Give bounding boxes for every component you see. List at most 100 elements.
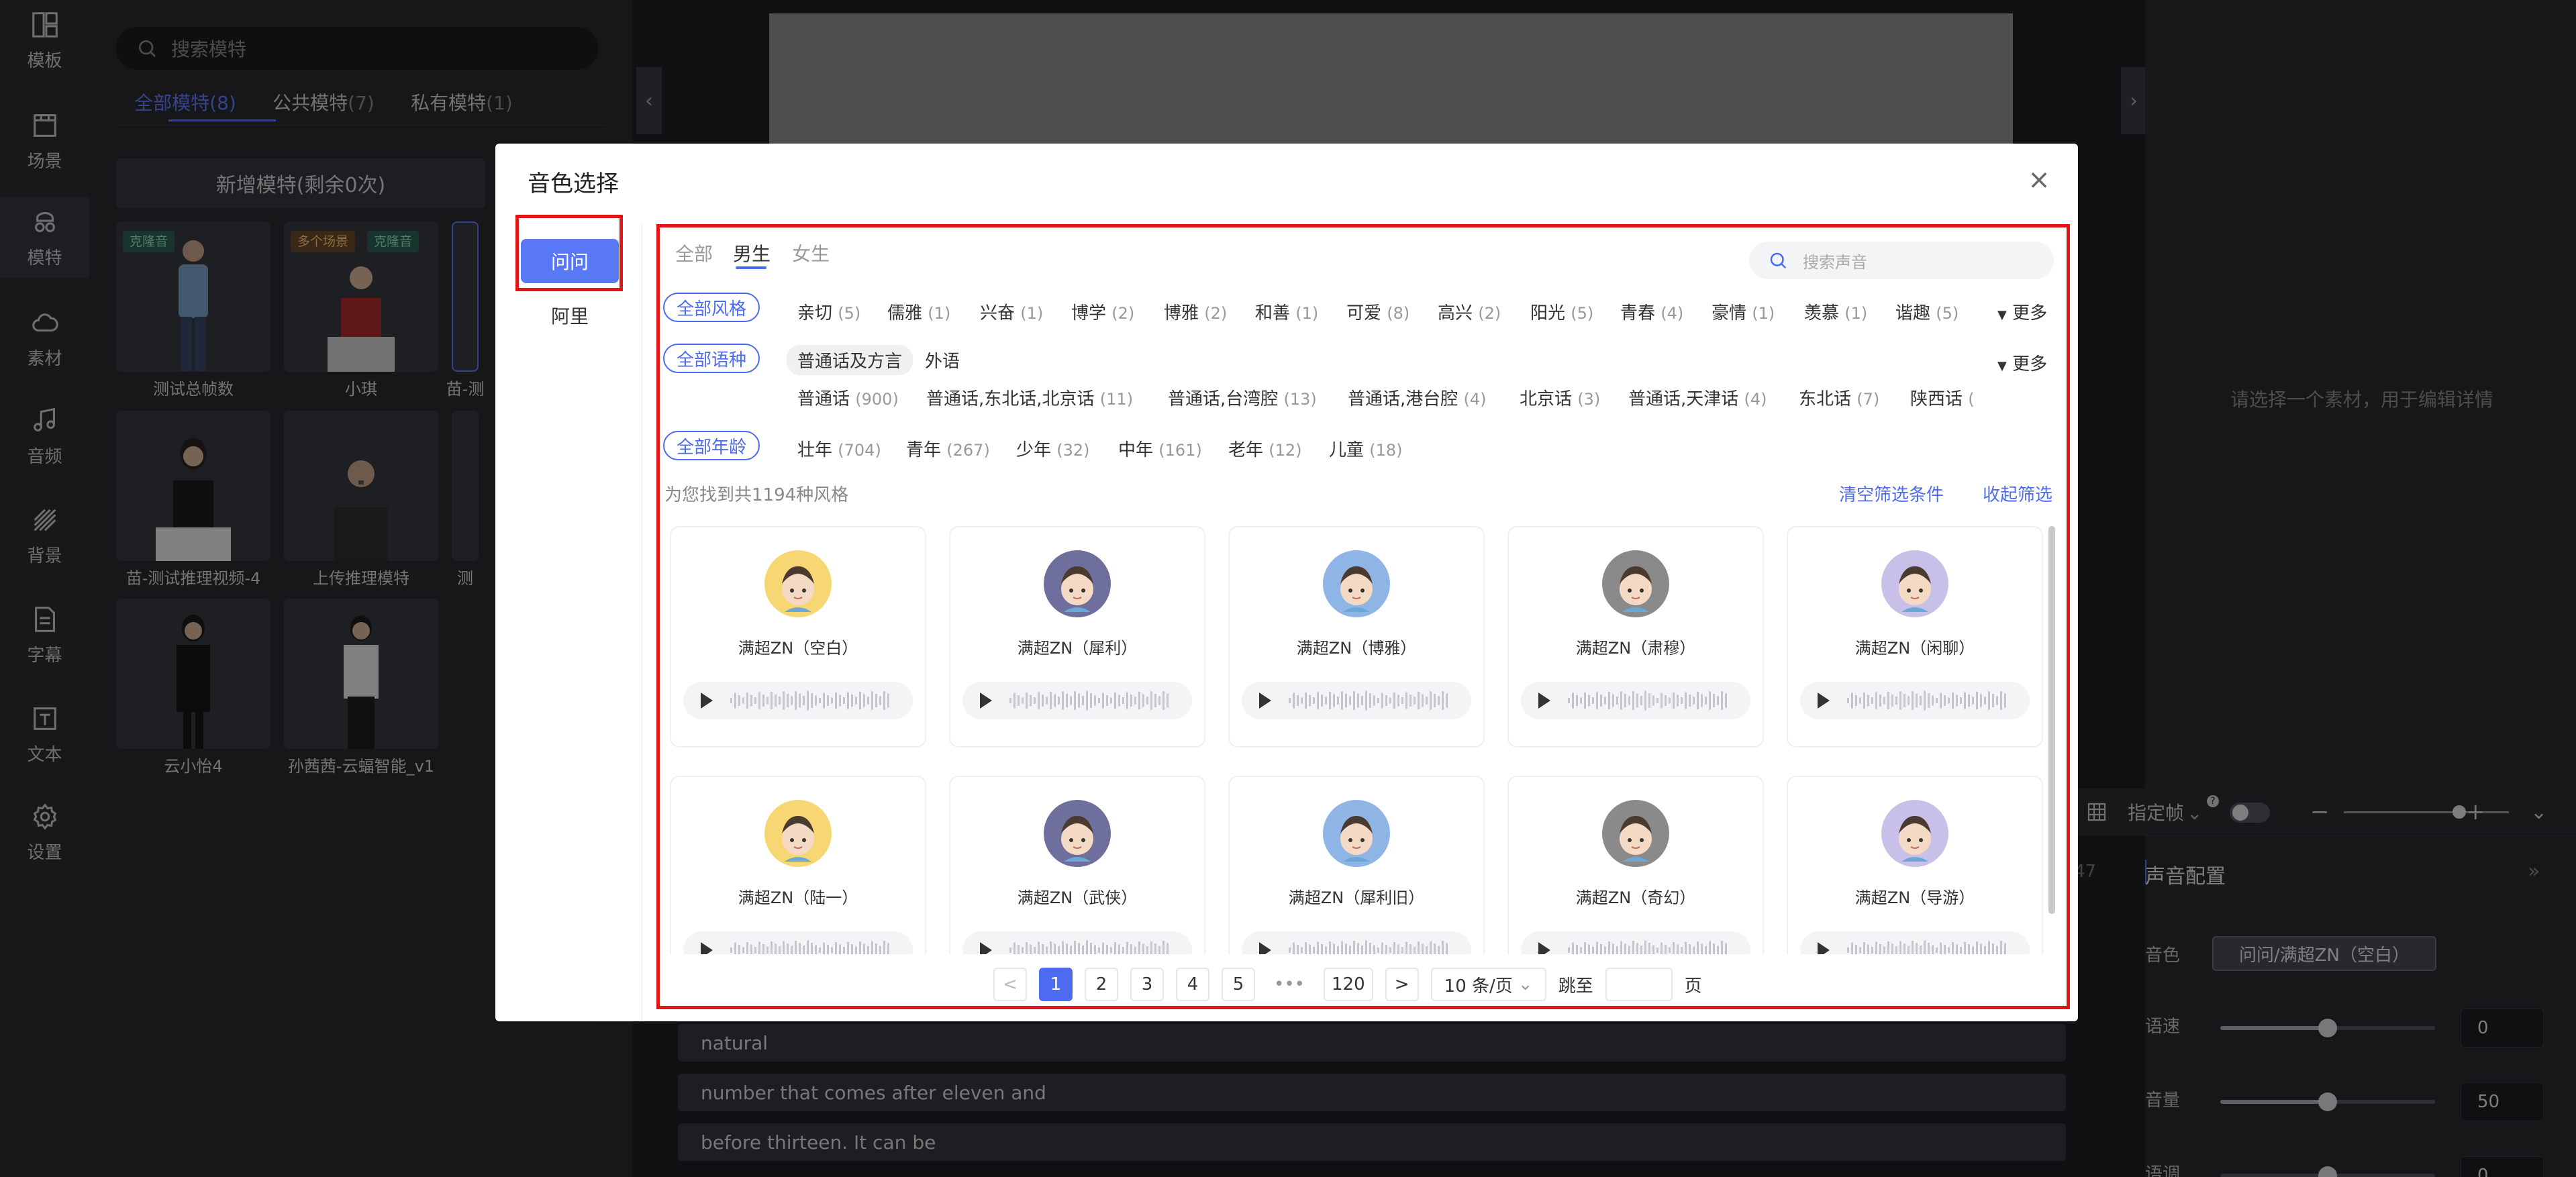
play-icon[interactable]	[1242, 931, 1474, 954]
filter-option[interactable]: 高兴 (2)	[1438, 299, 1501, 324]
filter-option[interactable]: 青春 (4)	[1620, 299, 1683, 324]
collapse-filters-link[interactable]: 收起筛选	[1983, 481, 2052, 506]
jump-label: 跳至	[1558, 976, 1593, 996]
voice-card[interactable]: 满超ZN（导游）	[1787, 776, 2043, 954]
voice-card[interactable]: 满超ZN（空白）	[670, 526, 926, 748]
option-name: 老年	[1228, 440, 1264, 460]
filter-option[interactable]: 豪情 (1)	[1712, 299, 1775, 324]
filter-option[interactable]: 博雅 (2)	[1164, 299, 1227, 324]
filter-option[interactable]: 普通话,港台腔 (4)	[1348, 385, 1487, 410]
page-5[interactable]: 5	[1222, 968, 1255, 1001]
filter-option[interactable]: 老年 (12)	[1228, 436, 1302, 461]
more-label: 更多	[2012, 354, 2048, 374]
filter-option[interactable]: 亲切 (5)	[797, 299, 860, 324]
audio-preview-player[interactable]	[1242, 682, 1471, 719]
group-mandarin-dialects[interactable]: 普通话及方言	[787, 345, 913, 375]
filter-option[interactable]: 兴奋 (1)	[980, 299, 1043, 324]
all-ages-pill[interactable]: 全部年龄	[663, 431, 760, 460]
voice-card[interactable]: 满超ZN（陆一）	[670, 776, 926, 954]
voice-avatar	[1323, 550, 1390, 617]
page-4[interactable]: 4	[1176, 968, 1209, 1001]
audio-preview-player[interactable]	[1521, 682, 1750, 719]
voice-search-input[interactable]: 搜索声音	[1749, 242, 2054, 279]
filter-option[interactable]: 普通话,东北话,北京话 (11)	[926, 385, 1133, 410]
audio-preview-player[interactable]	[683, 682, 913, 719]
page-ellipsis[interactable]: •••	[1267, 968, 1312, 1001]
play-icon[interactable]	[683, 931, 915, 954]
next-page-button[interactable]: >	[1385, 968, 1419, 1001]
voice-card[interactable]: 满超ZN（奇幻）	[1507, 776, 1764, 954]
voice-card[interactable]: 满超ZN（肃穆）	[1507, 526, 1764, 748]
language-more-button[interactable]: ▼ 更多	[1997, 350, 2047, 375]
all-styles-pill[interactable]: 全部风格	[663, 293, 760, 322]
filter-option[interactable]: 普通话,台湾腔 (13)	[1168, 385, 1317, 410]
scrollbar[interactable]	[2048, 526, 2055, 914]
results-count: 为您找到共1194种风格	[664, 485, 849, 505]
close-icon[interactable]: ×	[2027, 166, 2051, 193]
play-icon[interactable]	[683, 682, 915, 719]
play-icon[interactable]	[1800, 931, 2032, 954]
filter-option[interactable]: 普通话 (900)	[797, 385, 899, 410]
clear-filters-link[interactable]: 清空筛选条件	[1839, 481, 1944, 506]
filter-option[interactable]: 壮年 (704)	[797, 436, 881, 461]
play-icon[interactable]	[1521, 682, 1753, 719]
play-icon[interactable]	[1521, 931, 1753, 954]
filter-option[interactable]: 羡慕 (1)	[1804, 299, 1867, 324]
voice-card[interactable]: 满超ZN（犀利）	[949, 526, 1205, 748]
filter-option[interactable]: 普通话,天津话 (4)	[1628, 385, 1767, 410]
option-count: (12)	[1269, 441, 1302, 460]
option-count: (8)	[1387, 304, 1410, 323]
all-languages-pill[interactable]: 全部语种	[663, 344, 760, 373]
tab-female[interactable]: 女生	[792, 240, 830, 266]
filter-option[interactable]: 陕西话 (	[1910, 385, 1975, 410]
filter-option[interactable]: 谐趣 (5)	[1895, 299, 1959, 324]
play-icon[interactable]	[962, 931, 1195, 954]
voice-name: 满超ZN（奇幻）	[1575, 888, 1696, 907]
style-more-button[interactable]: ▼ 更多	[1997, 299, 2047, 324]
filter-option[interactable]: 中年 (161)	[1118, 436, 1202, 461]
audio-preview-player[interactable]	[683, 931, 913, 954]
voice-card[interactable]: 满超ZN（博雅）	[1228, 526, 1485, 748]
play-icon[interactable]	[1242, 682, 1474, 719]
page-3[interactable]: 3	[1130, 968, 1164, 1001]
audio-preview-player[interactable]	[1521, 931, 1750, 954]
page-1[interactable]: 1	[1039, 968, 1073, 1001]
audio-preview-player[interactable]	[962, 931, 1192, 954]
voice-name: 满超ZN（陆一）	[738, 888, 858, 907]
caret-down-icon: ▼	[1997, 359, 2007, 373]
option-name: 中年	[1118, 440, 1154, 460]
filter-option[interactable]: 青年 (267)	[906, 436, 990, 461]
filter-option[interactable]: 东北话 (7)	[1799, 385, 1879, 410]
tab-male[interactable]: 男生	[733, 240, 771, 266]
group-foreign[interactable]: 外语	[925, 348, 960, 372]
voice-card[interactable]: 满超ZN（闲聊）	[1787, 526, 2043, 748]
page-2[interactable]: 2	[1085, 968, 1118, 1001]
filter-option[interactable]: 北京话 (3)	[1520, 385, 1600, 410]
vendor-wenwen[interactable]: 问问	[521, 239, 619, 283]
page-last[interactable]: 120	[1324, 968, 1373, 1001]
play-icon[interactable]	[962, 682, 1195, 719]
audio-preview-player[interactable]	[1242, 931, 1471, 954]
jump-page-input[interactable]	[1605, 968, 1673, 1001]
play-icon[interactable]	[1800, 682, 2032, 719]
audio-preview-player[interactable]	[962, 682, 1192, 719]
filter-option[interactable]: 可爱 (8)	[1346, 299, 1409, 324]
filter-option[interactable]: 阳光 (5)	[1530, 299, 1593, 324]
filter-option[interactable]: 儒雅 (1)	[887, 299, 950, 324]
audio-preview-player[interactable]	[1800, 931, 2030, 954]
voice-card[interactable]: 满超ZN（犀利旧）	[1228, 776, 1485, 954]
option-name: 谐趣	[1895, 303, 1931, 323]
voice-card[interactable]: 满超ZN（武侠）	[949, 776, 1205, 954]
page-size-value: 10 条/页	[1444, 976, 1513, 996]
audio-preview-player[interactable]	[1800, 682, 2030, 719]
option-name: 普通话	[797, 389, 850, 409]
vendor-ali[interactable]: 阿里	[521, 302, 619, 329]
filter-option[interactable]: 博学 (2)	[1071, 299, 1134, 324]
page-size-select[interactable]: 10 条/页 ⌄	[1430, 968, 1546, 1001]
filter-option[interactable]: 和善 (1)	[1255, 299, 1318, 324]
option-name: 羡慕	[1804, 303, 1840, 323]
prev-page-button[interactable]: <	[993, 968, 1027, 1001]
filter-option[interactable]: 少年 (32)	[1016, 436, 1090, 461]
filter-option[interactable]: 儿童 (18)	[1329, 436, 1403, 461]
tab-all[interactable]: 全部	[675, 240, 713, 266]
